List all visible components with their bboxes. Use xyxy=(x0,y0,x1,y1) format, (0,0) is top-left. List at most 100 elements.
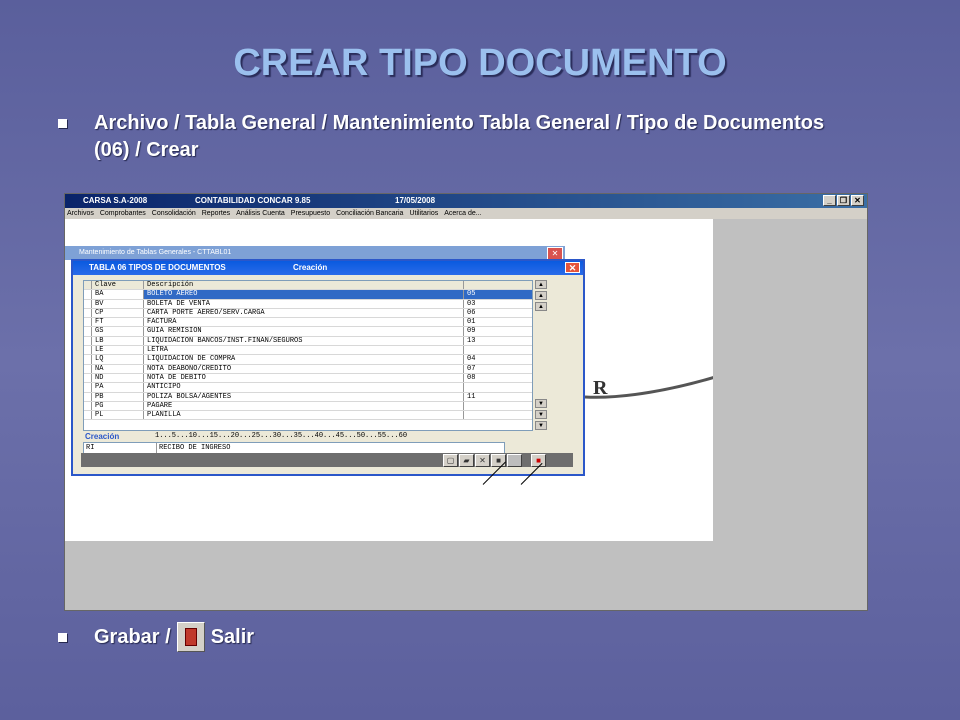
save-icon[interactable]: ■ xyxy=(491,454,506,467)
cell-description: CARTA PORTE AEREO/SERV.CARGA xyxy=(144,308,464,318)
dialog-title-bar: TABLA 06 TIPOS DE DOCUMENTOS Creación ✕ xyxy=(73,261,583,275)
col-clave-header: Clave xyxy=(92,281,144,290)
cell-clave: GS xyxy=(92,327,144,336)
table-row[interactable]: LE LETRA xyxy=(84,346,532,356)
row-indicator xyxy=(84,327,92,336)
app-product: CONTABILIDAD CONCAR 9.85 xyxy=(195,196,311,205)
row-indicator xyxy=(84,355,92,364)
table-row[interactable]: PB POLIZA BOLSA/AGENTES 11 xyxy=(84,392,532,402)
table-row[interactable]: BA BOLETO AEREO 05 xyxy=(84,290,532,300)
document-types-dialog: TABLA 06 TIPOS DE DOCUMENTOS Creación ✕ … xyxy=(71,259,585,476)
cell-code: 06 xyxy=(467,308,476,317)
dialog-title: TABLA 06 TIPOS DE DOCUMENTOS xyxy=(89,263,226,272)
cell-clave: BA xyxy=(92,290,144,299)
cell-code: 03 xyxy=(467,299,476,308)
menu-item[interactable]: Utilitarios xyxy=(409,208,438,219)
exit-door-icon xyxy=(176,622,205,652)
column-ruler: 1...5...10...15...20...25...30...35...40… xyxy=(155,432,408,440)
mdi-workspace: R Mantenimiento de Tablas Generales - CT… xyxy=(65,219,715,541)
delete-icon[interactable]: ✕ xyxy=(475,454,490,467)
document-types-grid: Clave Descripción BA BOLETO AEREO 05 BV BOLE… xyxy=(83,280,533,431)
close-button[interactable]: ✕ xyxy=(851,195,864,206)
new-icon[interactable]: ▢ xyxy=(443,454,458,467)
cell-description: NOTA DE DEBITO xyxy=(144,373,464,383)
table-row[interactable]: PA ANTICIPO xyxy=(84,383,532,393)
cell-code xyxy=(464,402,532,410)
cell-description: BOLETO AEREO xyxy=(144,290,464,299)
cell-code xyxy=(464,411,532,419)
exit-label: Salir xyxy=(210,625,255,648)
cell-clave: CP xyxy=(92,308,144,318)
menu-item[interactable]: Comprobantes xyxy=(100,208,146,219)
dialog-mode: Creación xyxy=(293,263,328,272)
edit-mode-label: Creación xyxy=(85,432,120,441)
restore-button[interactable]: ❐ xyxy=(837,195,850,206)
cell-code: 07 xyxy=(467,364,476,373)
cell-clave: PB xyxy=(92,392,144,401)
menu-item[interactable]: Archivos xyxy=(67,208,94,219)
menu-item[interactable]: Reportes xyxy=(202,208,230,219)
row-indicator xyxy=(84,364,92,373)
open-folder-icon[interactable]: ▰ xyxy=(459,454,474,467)
cell-description: POLIZA BOLSA/AGENTES xyxy=(144,392,464,401)
scroll-up-button[interactable]: ▲ xyxy=(535,291,547,300)
row-indicator xyxy=(84,383,92,392)
row-indicator xyxy=(84,401,92,411)
cell-code: 11 xyxy=(467,392,476,401)
cell-description: LIQUIDACION DE COMPRA xyxy=(144,355,464,364)
cell-code: 05 xyxy=(464,290,532,299)
cell-clave: PA xyxy=(92,383,144,392)
mdi-right-area xyxy=(713,219,867,541)
table-row[interactable]: LQ LIQUIDACION DE COMPRA 04 xyxy=(84,355,532,365)
grid-scrollbar[interactable]: ▲ ▲ ▲ ▼ ▼ ▼ xyxy=(535,280,549,430)
table-row[interactable]: FT FACTURA 01 xyxy=(84,318,532,328)
menu-item[interactable]: Conciliación Bancaria xyxy=(336,208,403,219)
scroll-bottom-button[interactable]: ▼ xyxy=(535,421,547,430)
table-row[interactable]: LB LIQUIDACION BANCOS/INST.FINAN/SEGUROS 1… xyxy=(84,336,532,347)
description-input[interactable]: RECIBO DE INGRESO xyxy=(157,443,230,453)
scroll-down-button[interactable]: ▼ xyxy=(535,410,547,419)
dialog-close-button[interactable]: ✕ xyxy=(565,262,580,273)
scroll-pagedown-button[interactable]: ▼ xyxy=(535,399,547,408)
row-indicator xyxy=(84,318,92,327)
cell-code: 09 xyxy=(467,327,476,336)
scroll-top-button[interactable]: ▲ xyxy=(535,280,547,289)
table-row[interactable]: BV BOLETA DE VENTA 03 xyxy=(84,299,532,309)
scroll-pageup-button[interactable]: ▲ xyxy=(535,302,547,311)
col-desc-header: Descripción xyxy=(144,281,464,290)
toolbar-blank-button xyxy=(507,454,522,467)
table-row[interactable]: CP CARTA PORTE AEREO/SERV.CARGA 06 xyxy=(84,308,532,319)
minimize-button[interactable]: _ xyxy=(823,195,836,206)
cell-description: ANTICIPO xyxy=(144,383,464,392)
bullet-menu-path: Archivo / Tabla General / Mantenimiento … xyxy=(58,110,854,164)
clave-input[interactable]: RI xyxy=(84,443,157,453)
menu-item[interactable]: Análisis Cuenta xyxy=(236,208,285,219)
cell-clave: LQ xyxy=(92,355,144,364)
row-indicator xyxy=(84,392,92,401)
table-row[interactable]: GS GUIA REMISION 09 xyxy=(84,327,532,337)
row-indicator xyxy=(84,411,92,420)
table-row[interactable]: ND NOTA DE DEBITO 08 xyxy=(84,373,532,384)
menu-item[interactable]: Consolidación xyxy=(152,208,196,219)
cell-description: FACTURA xyxy=(144,318,464,327)
cell-description: NOTA DEABONO/CREDITO xyxy=(144,364,464,373)
cell-clave: NA xyxy=(92,364,144,373)
grid-header: Clave Descripción xyxy=(84,281,532,291)
outer-window-title: Mantenimiento de Tablas Generales - CTTA… xyxy=(65,246,565,260)
table-row[interactable]: PG PAGARE xyxy=(84,401,532,412)
table-row[interactable]: NA NOTA DEABONO/CREDITO 07 xyxy=(84,364,532,374)
bullet-text: Grabar / Salir xyxy=(94,622,854,652)
row-indicator xyxy=(84,308,92,318)
slide-title: CREAR TIPO DOCUMENTO xyxy=(233,42,727,84)
bullet-icon xyxy=(58,119,67,128)
save-label: Grabar / xyxy=(94,625,171,648)
table-row[interactable]: PL PLANILLA xyxy=(84,411,532,421)
bullet-icon xyxy=(58,633,67,642)
menu-item[interactable]: Presupuesto xyxy=(291,208,330,219)
app-title-bar: CARSA S.A-2008 CONTABILIDAD CONCAR 9.85 … xyxy=(65,194,867,208)
row-indicator xyxy=(84,299,92,308)
menu-item[interactable]: Acerca de... xyxy=(444,208,481,219)
row-indicator xyxy=(84,346,92,355)
cell-code: 04 xyxy=(467,355,476,364)
cell-clave: PL xyxy=(92,411,144,420)
